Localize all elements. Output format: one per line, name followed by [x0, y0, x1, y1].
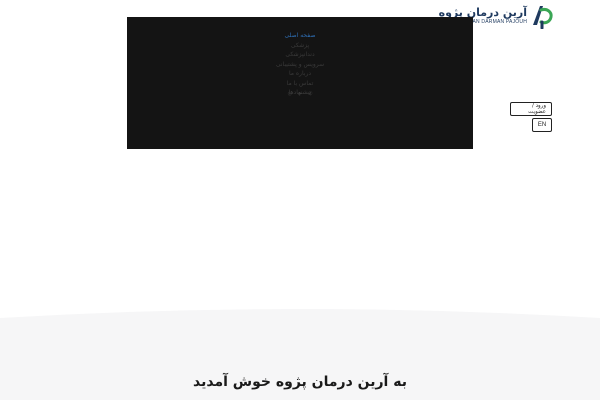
instagram-icon[interactable]: ◎ [288, 91, 292, 97]
logo-name-en: ARIAN DARMAN PAJOUH [463, 19, 527, 25]
menu-item-medical[interactable]: پزشکی [127, 41, 473, 51]
menu-item-home[interactable]: صفحه اصلی [127, 31, 473, 41]
welcome-heading: به آرین درمان پژوه خوش آمدید [193, 374, 407, 390]
social-links: ◎ ➤ ✆ [127, 91, 473, 97]
menu-list: صفحه اصلی پزشکی دندانپزشکی سرویس و پشتیب… [127, 31, 473, 98]
menu-item-dental[interactable]: دندانپزشکی [127, 50, 473, 60]
menu-item-contact[interactable]: تماس با ما [127, 79, 473, 89]
page: آرین درمان پژوه ARIAN DARMAN PAJOUH صفحه… [0, 0, 600, 400]
telegram-icon[interactable]: ➤ [298, 91, 302, 97]
navigation-menu-panel: صفحه اصلی پزشکی دندانپزشکی سرویس و پشتیب… [127, 17, 473, 149]
language-switch-button[interactable]: EN [532, 118, 552, 132]
menu-item-service-support[interactable]: سرویس و پشتیبانی [127, 60, 473, 70]
logo-mark-icon [533, 6, 553, 29]
whatsapp-icon[interactable]: ✆ [308, 91, 312, 97]
login-register-button[interactable]: ورود / عضویت [510, 102, 552, 116]
menu-item-about[interactable]: درباره ما [127, 69, 473, 79]
